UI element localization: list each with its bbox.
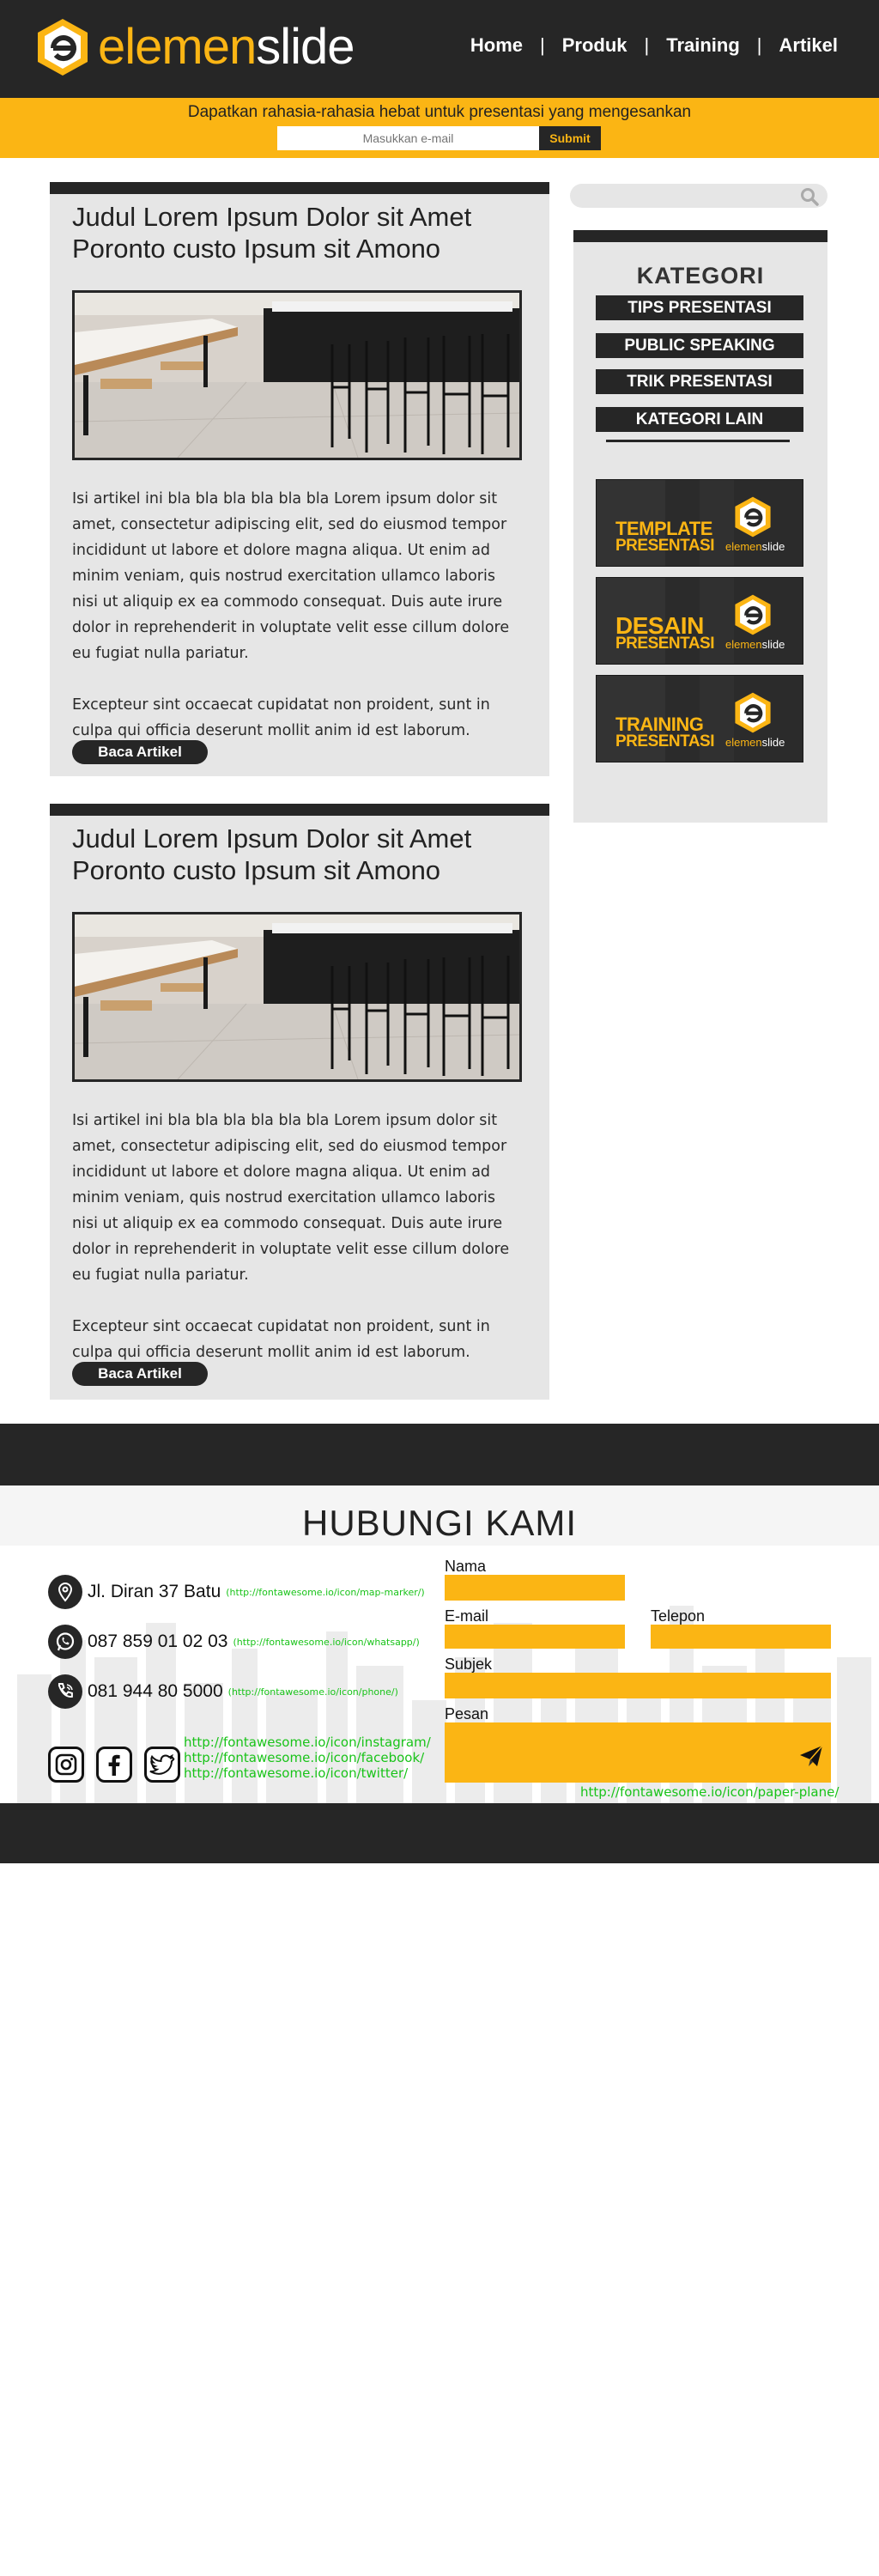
category-tips-presentasi[interactable]: TIPS PRESENTASI [596,295,803,320]
facebook-link-note[interactable]: http://fontawesome.io/icon/facebook/ [184,1750,431,1765]
newsletter-email-input[interactable] [277,126,539,150]
nav-produk[interactable]: Produk [562,34,627,57]
section-divider-band [0,1424,879,1485]
contact-whatsapp-note: (http://fontawesome.io/icon/whatsapp/) [233,1636,420,1648]
cafe-photo-image [75,914,519,1079]
facebook-icon[interactable] [96,1747,132,1783]
article-card: Judul Lorem Ipsum Dolor sit Amet Poronto… [50,804,549,1400]
logo-hex-icon [735,594,771,635]
instagram-icon[interactable] [48,1747,84,1783]
phone-label: Telepon [651,1607,706,1625]
banner-line2: PRESENTASI [615,537,715,555]
banner-brand: elemenslide [725,638,785,651]
phone-icon [48,1674,82,1709]
logo-hex-icon [735,496,771,538]
contact-whatsapp: 087 859 01 02 03 [88,1631,228,1651]
article-body: Isi artikel ini bla bla bla bla bla bla … [72,486,524,769]
contact-phone-note: (http://fontawesome.io/icon/phone/) [227,1686,398,1698]
banner-brand-part1: elemen [725,736,762,749]
email-label: E-mail [445,1607,489,1625]
logo-text-part2: slide [256,19,355,75]
nav-training[interactable]: Training [666,34,740,57]
article-paragraph: Isi artikel ini bla bla bla bla bla bla … [72,1112,510,1284]
search-icon[interactable] [800,187,819,206]
nav-artikel[interactable]: Artikel [779,34,838,57]
subject-label: Subjek [445,1656,493,1673]
contact-section: HUBUNGI KAMI Jl. Diran 37 Batu (http://f… [0,1485,879,1803]
cafe-photo-image [75,293,519,458]
newsletter-submit-button[interactable]: Submit [539,126,601,150]
contact-address: Jl. Diran 37 Batu [88,1582,221,1601]
category-sidebar: KATEGORI TIPS PRESENTASI PUBLIC SPEAKING… [573,230,827,823]
map-marker-icon [48,1575,82,1609]
banner-brand-part2: slide [761,736,785,749]
paper-plane-note: http://fontawesome.io/icon/paper-plane/ [580,1784,840,1800]
logo[interactable]: elemenslide [36,17,355,77]
logo-hex-icon [735,692,771,733]
subject-field[interactable] [445,1673,831,1698]
banner-training-presentasi[interactable]: TRAINING PRESENTASI elemenslide [596,675,803,762]
read-article-button[interactable]: Baca Artikel [72,740,208,764]
instagram-link-note[interactable]: http://fontawesome.io/icon/instagram/ [184,1735,431,1750]
logo-text-part1: elemen [98,19,257,75]
banner-template-presentasi[interactable]: TEMPLATE PRESENTASI elemenslide [596,479,803,567]
contact-address-row: Jl. Diran 37 Batu (http://fontawesome.io… [48,1575,425,1609]
paper-plane-icon[interactable] [798,1743,824,1769]
search-bar[interactable] [570,184,827,208]
article-photo[interactable] [72,290,522,460]
email-field[interactable] [445,1625,625,1649]
banner-line2: PRESENTASI [615,732,715,750]
whatsapp-icon [48,1625,82,1659]
twitter-link-note[interactable]: http://fontawesome.io/icon/twitter/ [184,1765,431,1781]
nav-separator: | [756,34,762,56]
message-label: Pesan [445,1705,489,1722]
article-title[interactable]: Judul Lorem Ipsum Dolor sit Amet Poronto… [72,823,518,886]
social-link-notes: http://fontawesome.io/icon/instagram/ ht… [184,1735,431,1781]
name-label: Nama [445,1558,487,1575]
newsletter-tagline: Dapatkan rahasia-rahasia hebat untuk pre… [187,103,692,121]
article-body: Isi artikel ini bla bla bla bla bla bla … [72,1108,524,1391]
contact-phone: 081 944 80 5000 [88,1681,223,1701]
message-field[interactable] [445,1722,831,1783]
category-public-speaking[interactable]: PUBLIC SPEAKING [596,333,803,358]
banner-brand: elemenslide [725,736,785,749]
category-trik-presentasi[interactable]: TRIK PRESENTASI [596,369,803,394]
nav-separator: | [540,34,545,56]
article-paragraph: Excepteur sint occaecat cupidatat non pr… [72,696,490,739]
main-nav: Home | Produk | Training | Artikel [470,34,838,57]
contact-address-note: (http://fontawesome.io/icon/map-marker/) [226,1586,425,1598]
category-title: KATEGORI [636,263,765,289]
twitter-icon[interactable] [144,1747,180,1783]
site-footer [0,1803,879,1863]
newsletter-bar: Dapatkan rahasia-rahasia hebat untuk pre… [0,98,879,158]
banner-brand-part1: elemen [725,540,762,553]
category-divider [606,440,790,442]
article-card: Judul Lorem Ipsum Dolor sit Amet Poronto… [50,182,549,776]
article-title[interactable]: Judul Lorem Ipsum Dolor sit Amet Poronto… [72,201,518,264]
banner-brand-part2: slide [761,540,785,553]
banner-brand-part1: elemen [725,638,762,651]
article-paragraph: Excepteur sint occaecat cupidatat non pr… [72,1318,490,1361]
phone-field[interactable] [651,1625,831,1649]
contact-phone-row: 081 944 80 5000 (http://fontawesome.io/i… [48,1674,398,1709]
nav-home[interactable]: Home [470,34,523,57]
banner-desain-presentasi[interactable]: DESAIN PRESENTASI elemenslide [596,577,803,665]
read-article-button[interactable]: Baca Artikel [72,1362,208,1386]
article-photo[interactable] [72,912,522,1082]
category-kategori-lain[interactable]: KATEGORI LAIN [596,407,803,432]
banner-line2: PRESENTASI [615,635,715,653]
logo-hex-icon [38,19,88,76]
article-paragraph: Isi artikel ini bla bla bla bla bla bla … [72,490,510,662]
contact-whatsapp-row: 087 859 01 02 03 (http://fontawesome.io/… [48,1625,420,1659]
banner-brand: elemenslide [725,540,785,553]
banner-brand-part2: slide [761,638,785,651]
logo-wordmark: elemenslide [98,22,355,72]
contact-heading: HUBUNGI KAMI [301,1503,578,1543]
site-header: elemenslide Home | Produk | Training | A… [0,0,879,98]
nav-separator: | [644,34,650,56]
name-field[interactable] [445,1575,625,1601]
